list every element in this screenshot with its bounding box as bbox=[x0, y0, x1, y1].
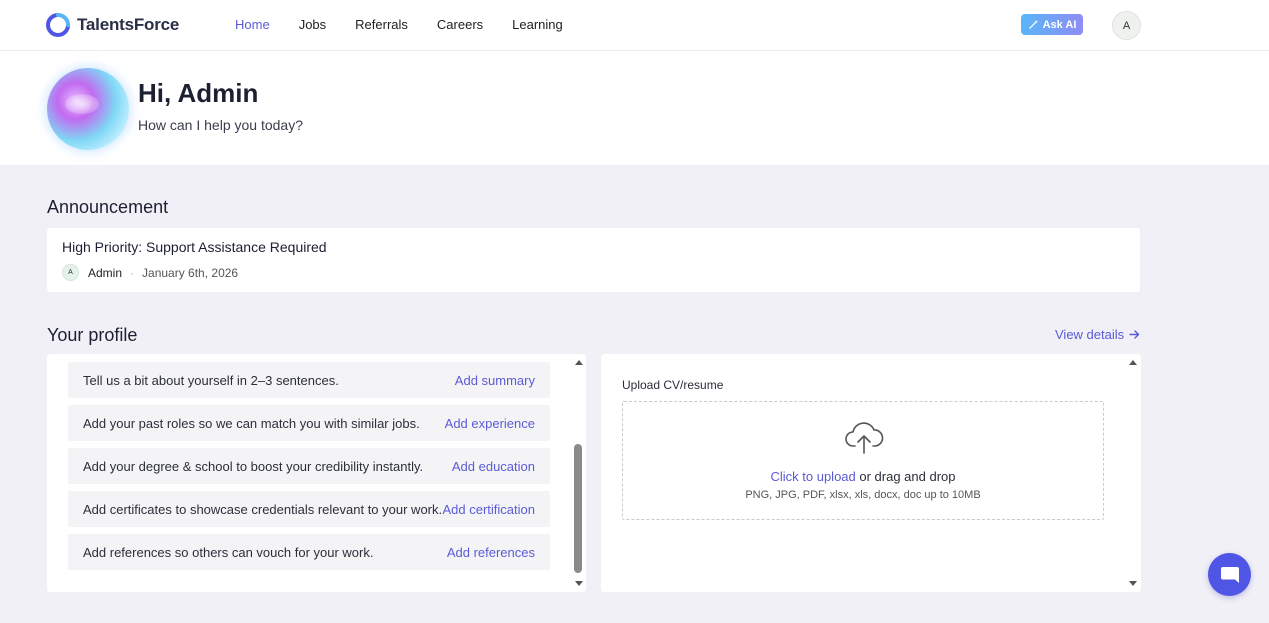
ask-ai-label: Ask AI bbox=[1042, 18, 1077, 31]
file-types-hint: PNG, JPG, PDF, xlsx, xls, docx, doc up t… bbox=[745, 489, 981, 501]
announcement-card[interactable]: High Priority: Support Assistance Requir… bbox=[47, 228, 1140, 292]
dropzone-text: Click to upload or drag and drop bbox=[623, 469, 1103, 484]
top-bar: TalentsForce Home Jobs Referrals Careers… bbox=[0, 0, 1269, 51]
add-summary-link[interactable]: Add summary bbox=[455, 373, 535, 388]
task-row-references: Add references so others can vouch for y… bbox=[68, 534, 550, 570]
hero-section: Hi, Admin How can I help you today? bbox=[0, 51, 1269, 165]
view-details-label: View details bbox=[1055, 327, 1125, 342]
announcement-heading: Announcement bbox=[47, 197, 169, 217]
nav-careers[interactable]: Careers bbox=[437, 17, 483, 32]
main-nav: Home Jobs Referrals Careers Learning bbox=[235, 17, 592, 32]
meta-separator: · bbox=[130, 265, 135, 280]
nav-home[interactable]: Home bbox=[235, 17, 270, 32]
task-text: Add certificates to showcase credentials… bbox=[83, 501, 443, 517]
upload-label: Upload CV/resume bbox=[622, 378, 724, 392]
brand-logo[interactable]: TalentsForce bbox=[46, 13, 179, 37]
announcement-author: Admin bbox=[88, 265, 123, 280]
greeting-title: Hi, Admin bbox=[138, 78, 259, 108]
upload-panel: Upload CV/resume Click to upload or drag… bbox=[601, 354, 1141, 592]
announcement-meta: A Admin · January 6th, 2026 bbox=[62, 264, 238, 281]
click-to-upload-link[interactable]: Click to upload bbox=[770, 469, 855, 484]
add-certification-link[interactable]: Add certification bbox=[443, 502, 536, 517]
brand-name: TalentsForce bbox=[77, 15, 180, 34]
task-row-certification: Add certificates to showcase credentials… bbox=[68, 491, 550, 527]
announcement-date: January 6th, 2026 bbox=[142, 265, 239, 280]
task-row-education: Add your degree & school to boost your c… bbox=[68, 448, 550, 484]
cv-dropzone[interactable]: Click to upload or drag and drop PNG, JP… bbox=[622, 401, 1104, 520]
chat-bubble-icon bbox=[1220, 566, 1239, 583]
profile-tasks-panel: Tell us a bit about yourself in 2–3 sent… bbox=[47, 354, 586, 592]
add-education-link[interactable]: Add education bbox=[452, 459, 535, 474]
scroll-down-icon[interactable] bbox=[575, 581, 583, 586]
magic-wand-icon bbox=[1028, 19, 1038, 29]
scroll-up-icon[interactable] bbox=[1129, 360, 1137, 365]
add-experience-link[interactable]: Add experience bbox=[445, 416, 535, 431]
nav-referrals[interactable]: Referrals bbox=[355, 17, 408, 32]
task-text: Tell us a bit about yourself in 2–3 sent… bbox=[83, 372, 339, 388]
ask-ai-button[interactable]: Ask AI bbox=[1021, 14, 1083, 35]
greeting-subtitle: How can I help you today? bbox=[138, 117, 303, 133]
arrow-right-icon bbox=[1129, 330, 1140, 339]
logo-icon bbox=[46, 13, 70, 37]
author-avatar: A bbox=[62, 264, 79, 281]
upload-scrollbar[interactable] bbox=[1127, 354, 1139, 592]
nav-jobs[interactable]: Jobs bbox=[299, 17, 326, 32]
user-avatar[interactable]: A bbox=[1112, 11, 1141, 40]
announcement-title[interactable]: High Priority: Support Assistance Requir… bbox=[62, 239, 327, 255]
profile-heading: Your profile bbox=[47, 325, 138, 345]
drag-drop-text: or drag and drop bbox=[855, 469, 956, 484]
tasks-scrollbar[interactable] bbox=[572, 354, 586, 592]
cloud-upload-icon bbox=[845, 422, 884, 454]
task-row-experience: Add your past roles so we can match you … bbox=[68, 405, 550, 441]
view-details-link[interactable]: View details bbox=[1055, 327, 1140, 342]
add-references-link[interactable]: Add references bbox=[447, 545, 535, 560]
scroll-thumb[interactable] bbox=[574, 444, 582, 573]
scroll-up-icon[interactable] bbox=[575, 360, 583, 365]
task-text: Add references so others can vouch for y… bbox=[83, 544, 374, 560]
scroll-down-icon[interactable] bbox=[1129, 581, 1137, 586]
task-text: Add your degree & school to boost your c… bbox=[83, 458, 424, 474]
ai-orb-image bbox=[47, 68, 129, 150]
chat-button[interactable] bbox=[1208, 553, 1251, 596]
nav-learning[interactable]: Learning bbox=[512, 17, 563, 32]
task-row-summary: Tell us a bit about yourself in 2–3 sent… bbox=[68, 362, 550, 398]
task-text: Add your past roles so we can match you … bbox=[83, 415, 420, 431]
